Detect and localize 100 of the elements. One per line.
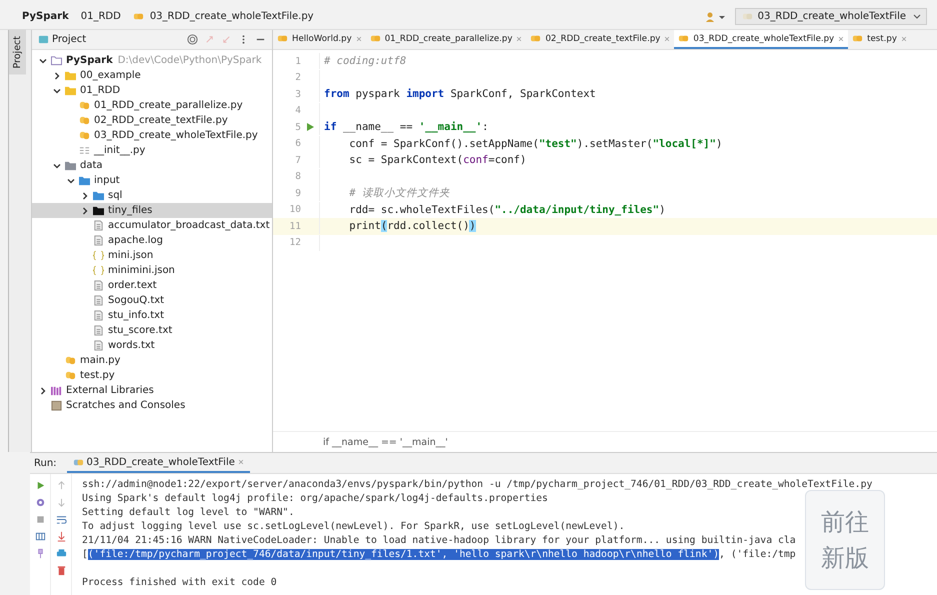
line-number: 6	[294, 138, 301, 150]
line-number: 3	[294, 88, 301, 100]
line-number: 12	[288, 237, 301, 248]
console-output: ssh://admin@node1:22/export/server/anaconda3/envs/pyspark/bin/python -u /tmp/pycharm_project_746/01_RDD/03_RDD_create_wholeTextFile.py	[82, 478, 872, 490]
python-file-icon	[132, 11, 144, 22]
trash-icon[interactable]	[56, 565, 66, 576]
line-number: 7	[294, 154, 301, 166]
stop-icon[interactable]	[34, 514, 46, 525]
project-tool-tab[interactable]: Project	[9, 30, 26, 75]
close-icon[interactable]	[238, 459, 244, 465]
code-line: # 读取小文件文件夹	[348, 186, 450, 200]
tree-item[interactable]: Scratches and Consoles	[32, 398, 272, 413]
project-panel-title[interactable]: Project	[38, 34, 86, 45]
run-tab[interactable]: 03_RDD_create_wholeTextFile	[66, 453, 250, 473]
line-number: 11	[288, 220, 301, 232]
tree-item[interactable]: accumulator_broadcast_data.txt	[32, 218, 272, 233]
soft-wrap-icon[interactable]	[56, 514, 66, 525]
folder-icon	[92, 190, 105, 201]
tree-item[interactable]: __init__.py	[32, 143, 272, 158]
close-icon[interactable]	[516, 36, 522, 42]
tree-item[interactable]: stu_score.txt	[32, 323, 272, 338]
tree-item[interactable]: stu_info.txt	[32, 308, 272, 323]
code-line: # coding:utf8	[323, 55, 406, 68]
folder-icon	[92, 205, 105, 216]
code-line: rdd= sc.wholeTextFiles("../data/input/tiny_files")	[348, 204, 666, 216]
breadcrumb-item[interactable]: 01_RDD	[80, 11, 121, 22]
python-file-icon	[370, 33, 381, 44]
code-line: from pyspark import SparkConf, SparkContext	[323, 88, 596, 100]
init-file-icon	[78, 145, 91, 156]
line-number: 2	[294, 72, 301, 84]
tree-item[interactable]: minimini.json	[32, 263, 272, 278]
folder-icon	[64, 160, 77, 171]
tree-item[interactable]: test.py	[32, 368, 272, 383]
tree-item[interactable]: 00_example	[32, 68, 272, 83]
code-line: sc = SparkContext(conf=conf)	[348, 154, 526, 166]
text-file-icon	[92, 325, 105, 336]
line-number: 9	[294, 188, 301, 199]
close-icon[interactable]	[838, 36, 844, 42]
text-file-icon	[92, 340, 105, 351]
tree-item[interactable]: 01_RDD	[32, 83, 272, 98]
editor-tab[interactable]: HelloWorld.py	[273, 30, 366, 49]
tree-item[interactable]: 03_RDD_create_wholeTextFile.py	[32, 128, 272, 143]
run-configuration-dropdown[interactable]: 03_RDD_create_wholeTextFile	[734, 8, 927, 25]
user-dropdown-icon[interactable]	[704, 10, 727, 22]
tree-item[interactable]: mini.json	[32, 248, 272, 263]
line-number: 4	[294, 105, 301, 116]
tree-item[interactable]: apache.log	[32, 233, 272, 248]
editor-tab[interactable]: 01_RDD_create_parallelize.py	[366, 30, 526, 49]
tree-item[interactable]: main.py	[32, 353, 272, 368]
tree-item[interactable]: PySpark D:\dev\Code\Python\PySpark	[32, 53, 272, 68]
run-icon[interactable]	[305, 122, 315, 132]
text-file-icon	[92, 295, 105, 306]
console-output: , ('file:/tmp	[719, 548, 796, 560]
print-icon[interactable]	[56, 548, 66, 559]
python-file-icon	[78, 130, 91, 141]
console-output: 21/11/04 21:45:16 WARN NativeCodeLoader: Unable to load native-hadoop library for your platform... using builtin-java cla	[82, 534, 796, 546]
folder-icon	[64, 70, 77, 81]
scratches-icon	[50, 400, 63, 411]
close-icon[interactable]	[900, 36, 907, 42]
folder-icon	[78, 175, 91, 186]
console-output: To adjust logging level use sc.setLogLevel(newLevel). For SparkR, use setLogLevel(newLevel).	[82, 520, 625, 532]
tree-item[interactable]: SogouQ.txt	[32, 293, 272, 308]
breadcrumb-item[interactable]: PySpark	[22, 11, 69, 22]
line-number: 5	[294, 122, 301, 133]
tree-item[interactable]: data	[32, 158, 272, 173]
chevron-down-icon	[912, 12, 922, 22]
python-file-icon	[852, 33, 864, 44]
line-number: 10	[288, 204, 301, 216]
tree-item[interactable]: words.txt	[32, 338, 272, 353]
tree-item[interactable]: tiny_files	[32, 203, 272, 218]
console-output: ('file:/tmp/pycharm_project_746/data/input/tiny_files/1.txt', 'hello spark\r\nhello hadoop\r\nhello flink')	[88, 548, 720, 560]
python-file-icon	[64, 355, 77, 366]
editor-tab[interactable]: 02_RDD_create_textFile.py	[526, 30, 674, 49]
python-file-icon	[78, 100, 91, 111]
tree-item[interactable]: input	[32, 173, 272, 188]
tree-item[interactable]: 01_RDD_create_parallelize.py	[32, 98, 272, 113]
tree-item[interactable]: order.text	[32, 278, 272, 293]
python-file-icon	[64, 370, 77, 381]
scroll-to-end-icon[interactable]	[56, 531, 66, 542]
editor-tab[interactable]: test.py	[848, 30, 911, 49]
tree-item[interactable]: External Libraries	[32, 383, 272, 398]
console-output: [	[82, 548, 88, 560]
tree-item[interactable]: 02_RDD_create_textFile.py	[32, 113, 272, 128]
close-icon[interactable]	[356, 36, 362, 42]
console-output: Setting default log level to "WARN".	[82, 506, 294, 518]
layout-icon[interactable]	[34, 531, 46, 542]
target-icon[interactable]	[187, 34, 198, 45]
editor-tab[interactable]: 03_RDD_create_wholeTextFile.py	[674, 30, 848, 49]
line-number: 8	[294, 171, 301, 182]
python-file-icon	[277, 33, 288, 44]
library-icon	[50, 385, 63, 396]
breadcrumb-item[interactable]: 03_RDD_create_wholeTextFile.py	[132, 11, 314, 22]
python-file-icon	[678, 33, 690, 44]
text-file-icon	[92, 235, 105, 246]
tree-item[interactable]: sql	[32, 188, 272, 203]
settings-icon[interactable]	[34, 497, 46, 508]
code-breadcrumb[interactable]: if __name__ == '__main__'	[323, 436, 448, 448]
project-folder-icon	[50, 55, 63, 66]
close-icon[interactable]	[664, 36, 670, 42]
text-file-icon	[92, 220, 105, 231]
